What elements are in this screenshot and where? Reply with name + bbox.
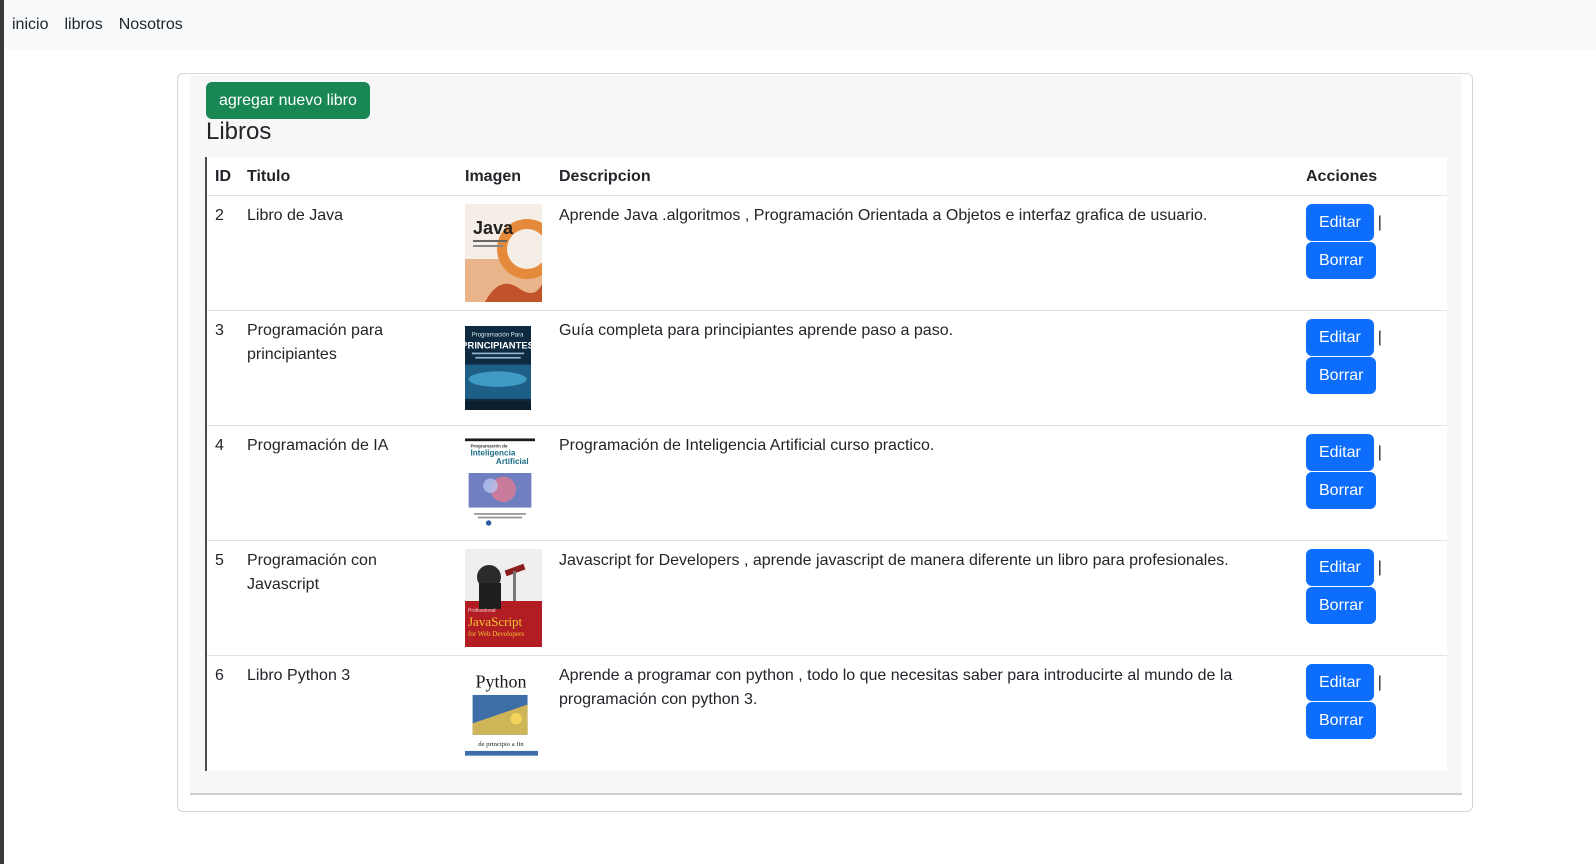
cover-title-text: Python <box>476 671 527 691</box>
cell-description: Aprende a programar con python , todo lo… <box>559 666 1233 708</box>
cell-title: Programación para principiantes <box>239 310 457 426</box>
books-table-container: ID Titulo Imagen Descripcion Acciones 2 … <box>205 157 1447 771</box>
cell-image: Python de principio a fin <box>457 655 551 770</box>
book-cover-python-image: Python de principio a fin <box>465 666 538 759</box>
cell-actions: Editar | Borrar <box>1298 425 1447 541</box>
action-separator: | <box>1377 558 1382 576</box>
cell-image: Programación Para PRINCIPIANTES <box>457 310 551 426</box>
delete-button[interactable]: Borrar <box>1306 586 1377 624</box>
action-separator: | <box>1377 328 1382 346</box>
svg-text:JavaScript: JavaScript <box>468 614 523 629</box>
table-row: 6 Libro Python 3 Python de principio a f… <box>207 655 1447 770</box>
edit-button[interactable]: Editar <box>1306 433 1374 471</box>
table-header-row: ID Titulo Imagen Descripcion Acciones <box>207 157 1447 196</box>
page-title: Libros <box>206 118 272 145</box>
edit-button[interactable]: Editar <box>1306 548 1374 586</box>
cell-title: Libro de Java <box>239 195 457 311</box>
cell-actions: Editar | Borrar <box>1298 655 1447 770</box>
cell-title: Programación con Javascript <box>239 540 457 656</box>
cell-id: 2 <box>207 195 239 311</box>
svg-text:Artificial: Artificial <box>496 456 529 465</box>
cell-description: Javascript for Developers , aprende java… <box>551 540 1298 656</box>
cell-actions: Editar | Borrar <box>1298 540 1447 656</box>
book-cover-javascript-image: Professional JavaScript for Web Develope… <box>465 548 542 647</box>
book-cover-ia-image: Programación de Inteligencia Artificial <box>465 437 535 528</box>
cell-title: Libro Python 3 <box>247 666 351 684</box>
action-separator: | <box>1377 443 1382 461</box>
window-left-edge <box>0 0 4 864</box>
top-navbar: inicio libros Nosotros <box>4 0 1596 49</box>
svg-text:de principio a fin: de principio a fin <box>478 741 524 748</box>
header-description: Descripcion <box>551 157 1298 196</box>
table-row: 5 Programación con Javascript Profession… <box>207 540 1447 656</box>
cell-image: Programación de Inteligencia Artificial <box>457 425 551 541</box>
edit-button[interactable]: Editar <box>1306 203 1374 241</box>
books-table: ID Titulo Imagen Descripcion Acciones 2 … <box>207 157 1447 770</box>
cell-id: 4 <box>207 425 239 541</box>
delete-button[interactable]: Borrar <box>1306 356 1377 394</box>
cell-description: Aprende Java .algoritmos , Programación … <box>551 195 1298 311</box>
svg-text:PRINCIPIANTES: PRINCIPIANTES <box>465 339 531 350</box>
book-cover-principiantes-image: Programación Para PRINCIPIANTES <box>465 325 531 410</box>
cell-title: Programación de IA <box>239 425 457 541</box>
cell-description: Guía completa para principiantes aprende… <box>551 310 1298 426</box>
header-id: ID <box>207 157 239 196</box>
books-card: agregar nuevo libro Libros ID Titulo Ima… <box>177 73 1473 812</box>
cell-id: 5 <box>207 540 239 656</box>
cell-id: 6 <box>215 666 224 684</box>
cell-actions: Editar | Borrar <box>1298 195 1447 311</box>
nav-link-libros[interactable]: libros <box>64 16 102 34</box>
table-row: 3 Programación para principiantes Progra… <box>207 310 1447 426</box>
header-image: Imagen <box>457 157 551 196</box>
header-title: Titulo <box>239 157 457 196</box>
cell-image: Java <box>457 195 551 311</box>
add-book-button[interactable]: agregar nuevo libro <box>206 82 370 119</box>
edit-button[interactable]: Editar <box>1306 318 1374 356</box>
svg-text:for Web Developers: for Web Developers <box>468 630 524 638</box>
table-row: 2 Libro de Java Java Aprende Java .algor… <box>207 195 1447 311</box>
card-footer-divider <box>190 793 1462 795</box>
cell-id: 3 <box>207 310 239 426</box>
cell-description: Programación de Inteligencia Artificial … <box>551 425 1298 541</box>
action-separator: | <box>1377 213 1382 231</box>
delete-button[interactable]: Borrar <box>1306 241 1377 279</box>
nav-link-inicio[interactable]: inicio <box>12 16 48 34</box>
cell-actions: Editar | Borrar <box>1298 310 1447 426</box>
card-footer <box>190 772 1462 793</box>
nav-link-nosotros[interactable]: Nosotros <box>119 16 183 34</box>
book-cover-java-image: Java <box>465 203 542 302</box>
cell-image: Professional JavaScript for Web Develope… <box>457 540 551 656</box>
table-row: 4 Programación de IA Programación de Int… <box>207 425 1447 541</box>
svg-text:Programación de: Programación de <box>470 443 507 448</box>
cover-title-text: Java <box>473 218 514 238</box>
delete-button[interactable]: Borrar <box>1306 471 1377 509</box>
header-actions: Acciones <box>1298 157 1447 196</box>
action-separator: | <box>1377 673 1382 691</box>
edit-button[interactable]: Editar <box>1306 663 1374 701</box>
delete-button[interactable]: Borrar <box>1306 701 1377 739</box>
svg-text:Programación Para: Programación Para <box>472 332 524 338</box>
